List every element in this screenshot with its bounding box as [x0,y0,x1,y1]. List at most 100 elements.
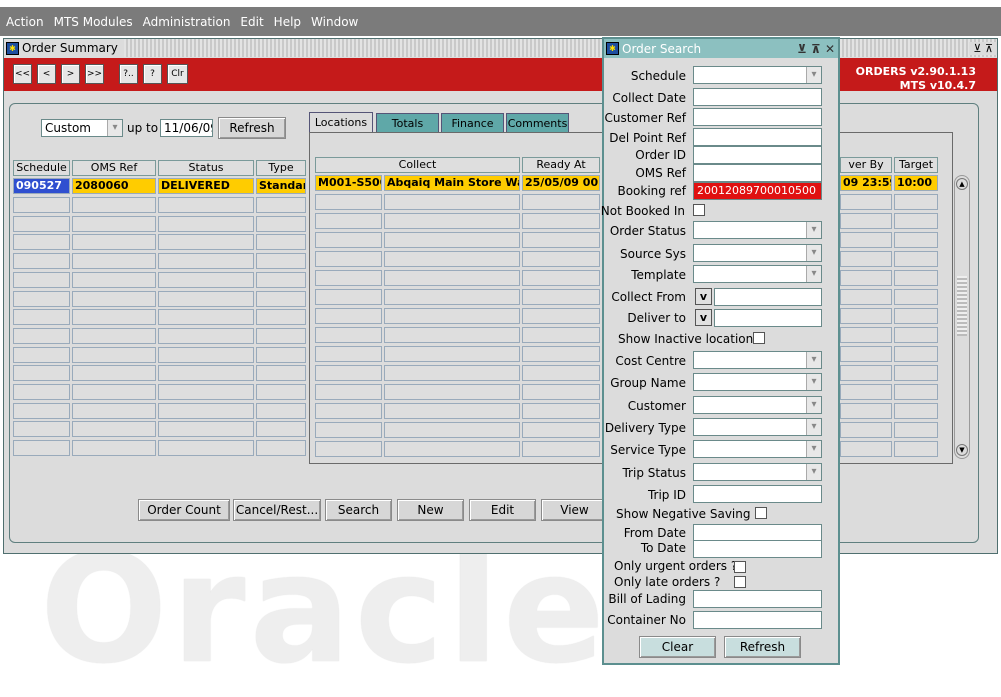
prev-record-button[interactable]: < [37,64,56,84]
empty-cell[interactable] [894,213,938,229]
order-id-field[interactable] [693,146,822,164]
empty-cell[interactable] [13,365,70,382]
empty-cell[interactable] [315,308,382,324]
empty-cell[interactable] [256,271,306,288]
search-refresh-button[interactable]: Refresh [724,636,801,658]
empty-cell[interactable] [158,197,254,213]
cell-location-name[interactable]: Abqaiq Main Store Ware [384,175,520,191]
view-button[interactable]: View [541,499,608,521]
order-count-button[interactable]: Order Count [138,499,230,521]
empty-cell[interactable] [158,384,254,400]
empty-cell[interactable] [894,422,938,438]
empty-cell[interactable] [315,346,382,362]
empty-cell[interactable] [13,440,70,457]
collect-from-lov-button[interactable]: v [695,288,712,305]
empty-cell[interactable] [840,422,892,438]
empty-cell[interactable] [384,289,520,305]
empty-cell[interactable] [158,346,254,363]
empty-cell[interactable] [315,289,382,305]
empty-cell[interactable] [522,346,600,362]
col-ready-at[interactable]: Ready At [522,157,600,173]
new-button[interactable]: New [397,499,464,521]
empty-cell[interactable] [522,194,600,210]
menu-action[interactable]: Action [6,15,44,29]
empty-cell[interactable] [72,402,156,419]
edit-button[interactable]: Edit [469,499,536,521]
empty-cell[interactable] [840,213,892,229]
empty-cell[interactable] [256,253,306,270]
source-sys-select[interactable] [693,244,822,262]
empty-cell[interactable] [384,403,520,419]
empty-cell[interactable] [522,327,600,343]
cell-oms-ref[interactable]: 2080060 [72,178,156,194]
empty-cell[interactable] [384,308,520,324]
empty-cell[interactable] [72,440,156,457]
empty-cell[interactable] [384,422,520,438]
empty-cell[interactable] [894,308,938,324]
bill-of-lading-field[interactable] [693,590,822,608]
empty-cell[interactable] [72,197,156,213]
empty-cell[interactable] [72,327,156,344]
empty-cell[interactable] [72,309,156,326]
empty-cell[interactable] [256,215,306,232]
empty-cell[interactable] [158,327,254,344]
empty-cell[interactable] [256,309,306,326]
not-booked-in-checkbox[interactable] [693,204,705,216]
search-button[interactable]: Search [325,499,392,521]
empty-cell[interactable] [158,271,254,288]
tab-totals[interactable]: Totals [376,113,439,133]
empty-cell[interactable] [13,253,70,270]
empty-cell[interactable] [522,289,600,305]
empty-cell[interactable] [522,270,600,286]
cell-ready-at[interactable]: 25/05/09 00:0 [522,175,600,191]
empty-cell[interactable] [522,422,600,438]
empty-cell[interactable] [894,232,938,248]
empty-cell[interactable] [522,403,600,419]
empty-cell[interactable] [894,365,938,381]
empty-cell[interactable] [384,327,520,343]
empty-cell[interactable] [72,253,156,270]
empty-cell[interactable] [522,308,600,324]
tab-finance[interactable]: Finance [441,113,504,133]
empty-cell[interactable] [384,251,520,267]
empty-cell[interactable] [72,271,156,288]
empty-cell[interactable] [894,441,938,457]
empty-cell[interactable] [13,290,70,307]
empty-cell[interactable] [384,270,520,286]
cell-status[interactable]: DELIVERED [158,178,254,194]
menu-window[interactable]: Window [311,15,358,29]
cell-schedule[interactable]: 090527 [13,178,70,194]
locations-scrollbar[interactable]: ▲ ▼ [954,175,970,459]
trip-status-select[interactable] [693,463,822,481]
empty-cell[interactable] [158,365,254,382]
empty-cell[interactable] [315,327,382,343]
first-record-button[interactable]: << [13,64,32,84]
empty-cell[interactable] [158,440,254,457]
col-oms-ref[interactable]: OMS Ref [72,160,156,176]
empty-cell[interactable] [384,194,520,210]
empty-cell[interactable] [256,384,306,400]
empty-cell[interactable] [256,327,306,344]
service-type-select[interactable] [693,440,822,458]
empty-cell[interactable] [840,251,892,267]
empty-cell[interactable] [158,253,254,270]
empty-cell[interactable] [384,384,520,400]
empty-cell[interactable] [522,251,600,267]
deliver-to-lov-button[interactable]: v [695,309,712,326]
empty-cell[interactable] [315,365,382,381]
empty-cell[interactable] [315,422,382,438]
booking-ref-field[interactable]: 20012089700010500 [693,182,822,200]
customer-select[interactable] [693,396,822,414]
empty-cell[interactable] [315,441,382,457]
empty-cell[interactable] [256,234,306,251]
late-checkbox[interactable] [734,576,746,588]
empty-cell[interactable] [522,384,600,400]
empty-cell[interactable] [158,290,254,307]
empty-cell[interactable] [13,421,70,438]
empty-cell[interactable] [13,309,70,326]
empty-cell[interactable] [840,270,892,286]
cell-target[interactable]: 10:00 [894,175,938,191]
refresh-button[interactable]: Refresh [218,117,286,139]
template-select[interactable] [693,265,822,283]
empty-cell[interactable] [256,440,306,457]
